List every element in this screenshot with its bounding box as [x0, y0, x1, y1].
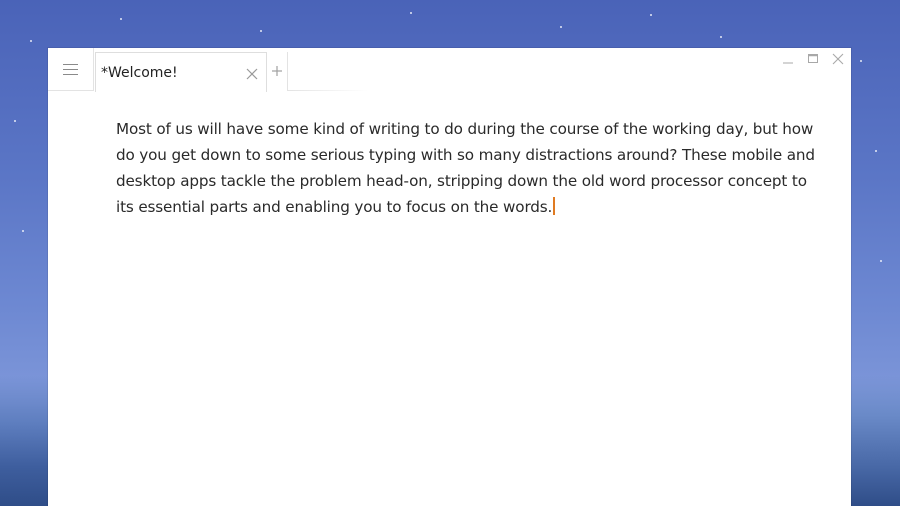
editor-text: Most of us will have some kind of writin…	[116, 120, 815, 216]
star	[560, 26, 562, 28]
star	[650, 14, 652, 16]
app-window: *Welcome! Most of us will have some kind…	[48, 48, 851, 506]
star	[860, 60, 862, 62]
title-bar: *Welcome!	[48, 48, 851, 92]
menu-button[interactable]	[48, 48, 94, 91]
close-icon	[832, 50, 844, 69]
star	[410, 12, 412, 14]
close-icon[interactable]	[246, 65, 258, 80]
maximize-button[interactable]	[803, 52, 822, 66]
star	[260, 30, 262, 32]
tab-label: *Welcome!	[101, 64, 178, 81]
new-tab-button[interactable]	[267, 52, 288, 91]
star	[875, 150, 877, 152]
text-editor[interactable]: Most of us will have some kind of writin…	[116, 116, 816, 220]
plus-icon	[271, 62, 283, 81]
star	[720, 36, 722, 38]
hamburger-menu-icon	[63, 63, 78, 75]
star	[880, 260, 882, 262]
close-window-button[interactable]	[828, 52, 847, 66]
star	[30, 40, 32, 42]
star	[14, 120, 16, 122]
maximize-icon	[807, 50, 819, 69]
star	[22, 230, 24, 232]
window-controls	[778, 52, 847, 66]
star	[120, 18, 122, 20]
minimize-button[interactable]	[778, 52, 797, 66]
tab-welcome[interactable]: *Welcome!	[95, 52, 267, 92]
text-caret	[553, 197, 556, 215]
minimize-icon	[782, 50, 794, 69]
tab-strip-divider	[288, 90, 368, 91]
